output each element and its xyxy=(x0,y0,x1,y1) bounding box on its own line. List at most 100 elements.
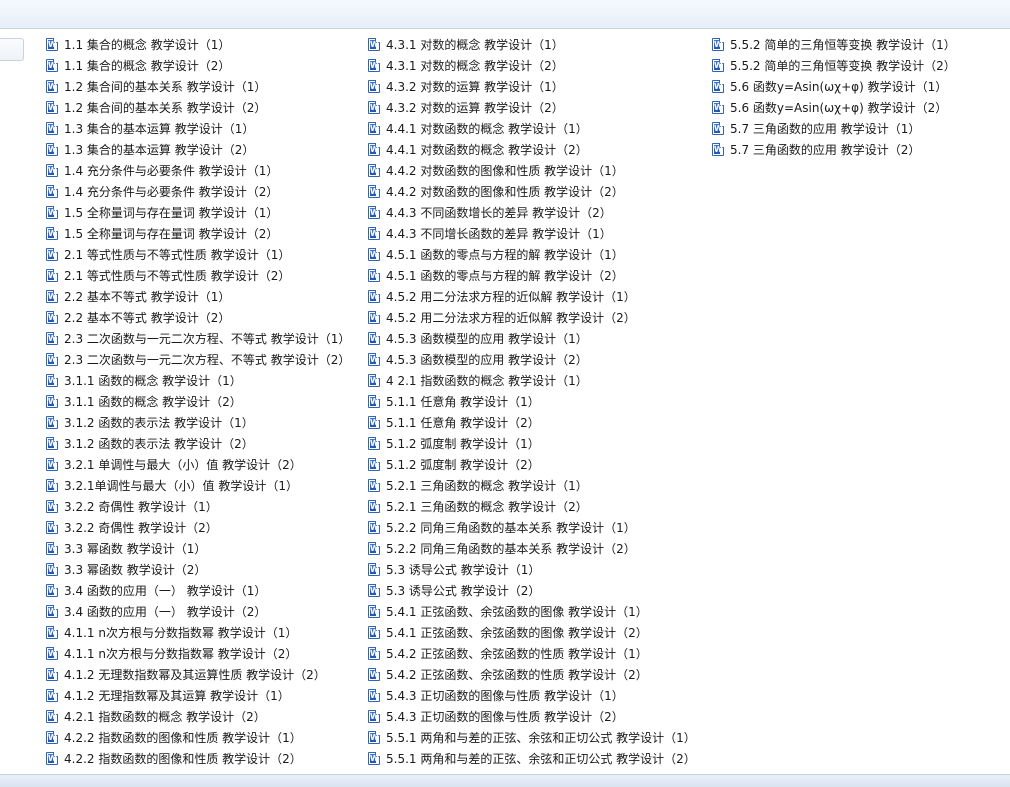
file-item[interactable]: 2.1 等式性质与不等式性质 教学设计（2） xyxy=(46,265,350,286)
file-item[interactable]: 5.4.3 正切函数的图像与性质 教学设计（1） xyxy=(368,685,696,706)
file-item[interactable]: 3.1.2 函数的表示法 教学设计（1） xyxy=(46,412,350,433)
file-item[interactable]: 1.3 集合的基本运算 教学设计（1） xyxy=(46,118,350,139)
file-item[interactable]: 5.6 函数y=Asin(ωχ+φ) 教学设计（2） xyxy=(712,97,956,118)
file-item[interactable]: 4.2.2 指数函数的图像和性质 教学设计（2） xyxy=(46,748,350,769)
file-item[interactable]: 3.2.2 奇偶性 教学设计（2） xyxy=(46,517,350,538)
file-item[interactable]: 3.3 幂函数 教学设计（1） xyxy=(46,538,350,559)
file-item[interactable]: 4.5.2 用二分法求方程的近似解 教学设计（2） xyxy=(368,307,696,328)
file-name: 3.1.1 函数的概念 教学设计（1） xyxy=(64,374,242,388)
file-item[interactable]: 4.1.2 无理指数幂及其运算 教学设计（1） xyxy=(46,685,350,706)
file-item[interactable]: 5.1.2 弧度制 教学设计（2） xyxy=(368,454,696,475)
file-item[interactable]: 4.2.2 指数函数的图像和性质 教学设计（1） xyxy=(46,727,350,748)
word-document-icon xyxy=(368,437,380,450)
file-item[interactable]: 4.5.1 函数的零点与方程的解 教学设计（2） xyxy=(368,265,696,286)
file-item[interactable]: 5.1.1 任意角 教学设计（2） xyxy=(368,412,696,433)
file-item[interactable]: 5.2.1 三角函数的概念 教学设计（2） xyxy=(368,496,696,517)
file-item[interactable]: 5.1.2 弧度制 教学设计（1） xyxy=(368,433,696,454)
file-item[interactable]: 3.2.1 单调性与最大（小）值 教学设计（2） xyxy=(46,454,350,475)
file-name: 5.2.1 三角函数的概念 教学设计（1） xyxy=(386,479,588,493)
file-item[interactable]: 2.3 二次函数与一元二次方程、不等式 教学设计（2） xyxy=(46,349,350,370)
file-item[interactable]: 4.3.2 对数的运算 教学设计（1） xyxy=(368,76,696,97)
file-item[interactable]: 5.1.1 任意角 教学设计（1） xyxy=(368,391,696,412)
file-item[interactable]: 4.3.1 对数的概念 教学设计（1） xyxy=(368,34,696,55)
file-name: 5.4.1 正弦函数、余弦函数的图像 教学设计（2） xyxy=(386,626,648,640)
file-item[interactable]: 5.3 诱导公式 教学设计（2） xyxy=(368,580,696,601)
file-item[interactable]: 5.7 三角函数的应用 教学设计（2） xyxy=(712,139,956,160)
file-item[interactable]: 5.5.1 两角和与差的正弦、余弦和正切公式 教学设计（1） xyxy=(368,727,696,748)
file-item[interactable]: 4.3.1 对数的概念 教学设计（2） xyxy=(368,55,696,76)
file-item[interactable]: 4.1.1 n次方根与分数指数幂 教学设计（1） xyxy=(46,622,350,643)
file-item[interactable]: 1.1 集合的概念 教学设计（1） xyxy=(46,34,350,55)
file-name: 4.2.1 指数函数的概念 教学设计（2） xyxy=(64,710,266,724)
file-item[interactable]: 4 2.1 指数函数的概念 教学设计（1） xyxy=(368,370,696,391)
file-item[interactable]: 4.5.3 函数模型的应用 教学设计（1） xyxy=(368,328,696,349)
file-item[interactable]: 4.1.1 n次方根与分数指数幂 教学设计（2） xyxy=(46,643,350,664)
word-document-icon xyxy=(368,332,380,345)
file-item[interactable]: 3.4 函数的应用（一） 教学设计（2） xyxy=(46,601,350,622)
file-item[interactable]: 1.4 充分条件与必要条件 教学设计（1） xyxy=(46,160,350,181)
file-item[interactable]: 5.3 诱导公式 教学设计（1） xyxy=(368,559,696,580)
file-item[interactable]: 4.4.2 对数函数的图像和性质 教学设计（1） xyxy=(368,160,696,181)
file-item[interactable]: 4.5.2 用二分法求方程的近似解 教学设计（1） xyxy=(368,286,696,307)
file-item[interactable]: 1.2 集合间的基本关系 教学设计（2） xyxy=(46,97,350,118)
word-document-icon xyxy=(368,395,380,408)
file-item[interactable]: 3.1.1 函数的概念 教学设计（2） xyxy=(46,391,350,412)
file-item[interactable]: 5.7 三角函数的应用 教学设计（1） xyxy=(712,118,956,139)
file-item[interactable]: 5.4.1 正弦函数、余弦函数的图像 教学设计（1） xyxy=(368,601,696,622)
file-item[interactable]: 5.4.3 正切函数的图像与性质 教学设计（2） xyxy=(368,706,696,727)
file-item[interactable]: 4.4.2 对数函数的图像和性质 教学设计（2） xyxy=(368,181,696,202)
file-name: 4.3.1 对数的概念 教学设计（1） xyxy=(386,38,564,52)
file-item[interactable]: 5.4.1 正弦函数、余弦函数的图像 教学设计（2） xyxy=(368,622,696,643)
file-item[interactable]: 5.4.2 正弦函数、余弦函数的性质 教学设计（1） xyxy=(368,643,696,664)
file-item[interactable]: 5.2.2 同角三角函数的基本关系 教学设计（1） xyxy=(368,517,696,538)
file-item[interactable]: 5.5.2 简单的三角恒等变换 教学设计（1） xyxy=(712,34,956,55)
word-document-icon xyxy=(368,185,380,198)
file-name: 5.5.2 简单的三角恒等变换 教学设计（2） xyxy=(730,59,956,73)
file-item[interactable]: 2.1 等式性质与不等式性质 教学设计（1） xyxy=(46,244,350,265)
file-item[interactable]: 3.2.1单调性与最大（小）值 教学设计（1） xyxy=(46,475,350,496)
file-name: 5.4.2 正弦函数、余弦函数的性质 教学设计（2） xyxy=(386,668,648,682)
file-item[interactable]: 5.4.2 正弦函数、余弦函数的性质 教学设计（2） xyxy=(368,664,696,685)
file-item[interactable]: 1.3 集合的基本运算 教学设计（2） xyxy=(46,139,350,160)
file-item[interactable]: 3.2.2 奇偶性 教学设计（1） xyxy=(46,496,350,517)
file-item[interactable]: 5.5.1 两角和与差的正弦、余弦和正切公式 教学设计（2） xyxy=(368,748,696,769)
file-item[interactable]: 1.1 集合的概念 教学设计（2） xyxy=(46,55,350,76)
file-item[interactable]: 5.5.2 简单的三角恒等变换 教学设计（2） xyxy=(712,55,956,76)
file-name: 1.2 集合间的基本关系 教学设计（1） xyxy=(64,80,267,94)
file-name: 5.2.1 三角函数的概念 教学设计（2） xyxy=(386,500,588,514)
file-item[interactable]: 4.4.3 不同函数增长的差异 教学设计（2） xyxy=(368,202,696,223)
file-item[interactable]: 4.3.2 对数的运算 教学设计（2） xyxy=(368,97,696,118)
file-item[interactable]: 2.2 基本不等式 教学设计（2） xyxy=(46,307,350,328)
file-item[interactable]: 4.4.1 对数函数的概念 教学设计（2） xyxy=(368,139,696,160)
file-item[interactable]: 4.5.3 函数模型的应用 教学设计（2） xyxy=(368,349,696,370)
file-item[interactable]: 2.2 基本不等式 教学设计（1） xyxy=(46,286,350,307)
file-item[interactable]: 5.6 函数y=Asin(ωχ+φ) 教学设计（1） xyxy=(712,76,956,97)
file-name: 4.5.2 用二分法求方程的近似解 教学设计（2） xyxy=(386,311,636,325)
word-document-icon xyxy=(46,374,58,387)
file-item[interactable]: 3.1.2 函数的表示法 教学设计（2） xyxy=(46,433,350,454)
file-item[interactable]: 3.3 幂函数 教学设计（2） xyxy=(46,559,350,580)
file-item[interactable]: 4.1.2 无理数指数幂及其运算性质 教学设计（2） xyxy=(46,664,350,685)
file-name: 1.4 充分条件与必要条件 教学设计（2） xyxy=(64,185,279,199)
file-item[interactable]: 3.4 函数的应用（一） 教学设计（1） xyxy=(46,580,350,601)
file-item[interactable]: 4.4.1 对数函数的概念 教学设计（1） xyxy=(368,118,696,139)
file-item[interactable]: 1.4 充分条件与必要条件 教学设计（2） xyxy=(46,181,350,202)
file-item[interactable]: 1.2 集合间的基本关系 教学设计（1） xyxy=(46,76,350,97)
horizontal-scrollbar[interactable] xyxy=(0,774,1010,787)
word-document-icon xyxy=(368,563,380,576)
file-item[interactable]: 4.5.1 函数的零点与方程的解 教学设计（1） xyxy=(368,244,696,265)
file-item[interactable]: 1.5 全称量词与存在量词 教学设计（2） xyxy=(46,223,350,244)
file-item[interactable]: 3.1.1 函数的概念 教学设计（1） xyxy=(46,370,350,391)
word-document-icon xyxy=(46,437,58,450)
word-document-icon xyxy=(46,227,58,240)
file-item[interactable]: 4.2.1 指数函数的概念 教学设计（2） xyxy=(46,706,350,727)
file-name: 3.2.1 单调性与最大（小）值 教学设计（2） xyxy=(64,458,302,472)
file-item[interactable]: 1.5 全称量词与存在量词 教学设计（1） xyxy=(46,202,350,223)
file-name: 5.1.2 弧度制 教学设计（2） xyxy=(386,458,540,472)
file-item[interactable]: 2.3 二次函数与一元二次方程、不等式 教学设计（1） xyxy=(46,328,350,349)
word-document-icon xyxy=(46,206,58,219)
word-document-icon xyxy=(46,731,58,744)
file-item[interactable]: 5.2.1 三角函数的概念 教学设计（1） xyxy=(368,475,696,496)
file-item[interactable]: 4.4.3 不同增长函数的差异 教学设计（1） xyxy=(368,223,696,244)
file-item[interactable]: 5.2.2 同角三角函数的基本关系 教学设计（2） xyxy=(368,538,696,559)
